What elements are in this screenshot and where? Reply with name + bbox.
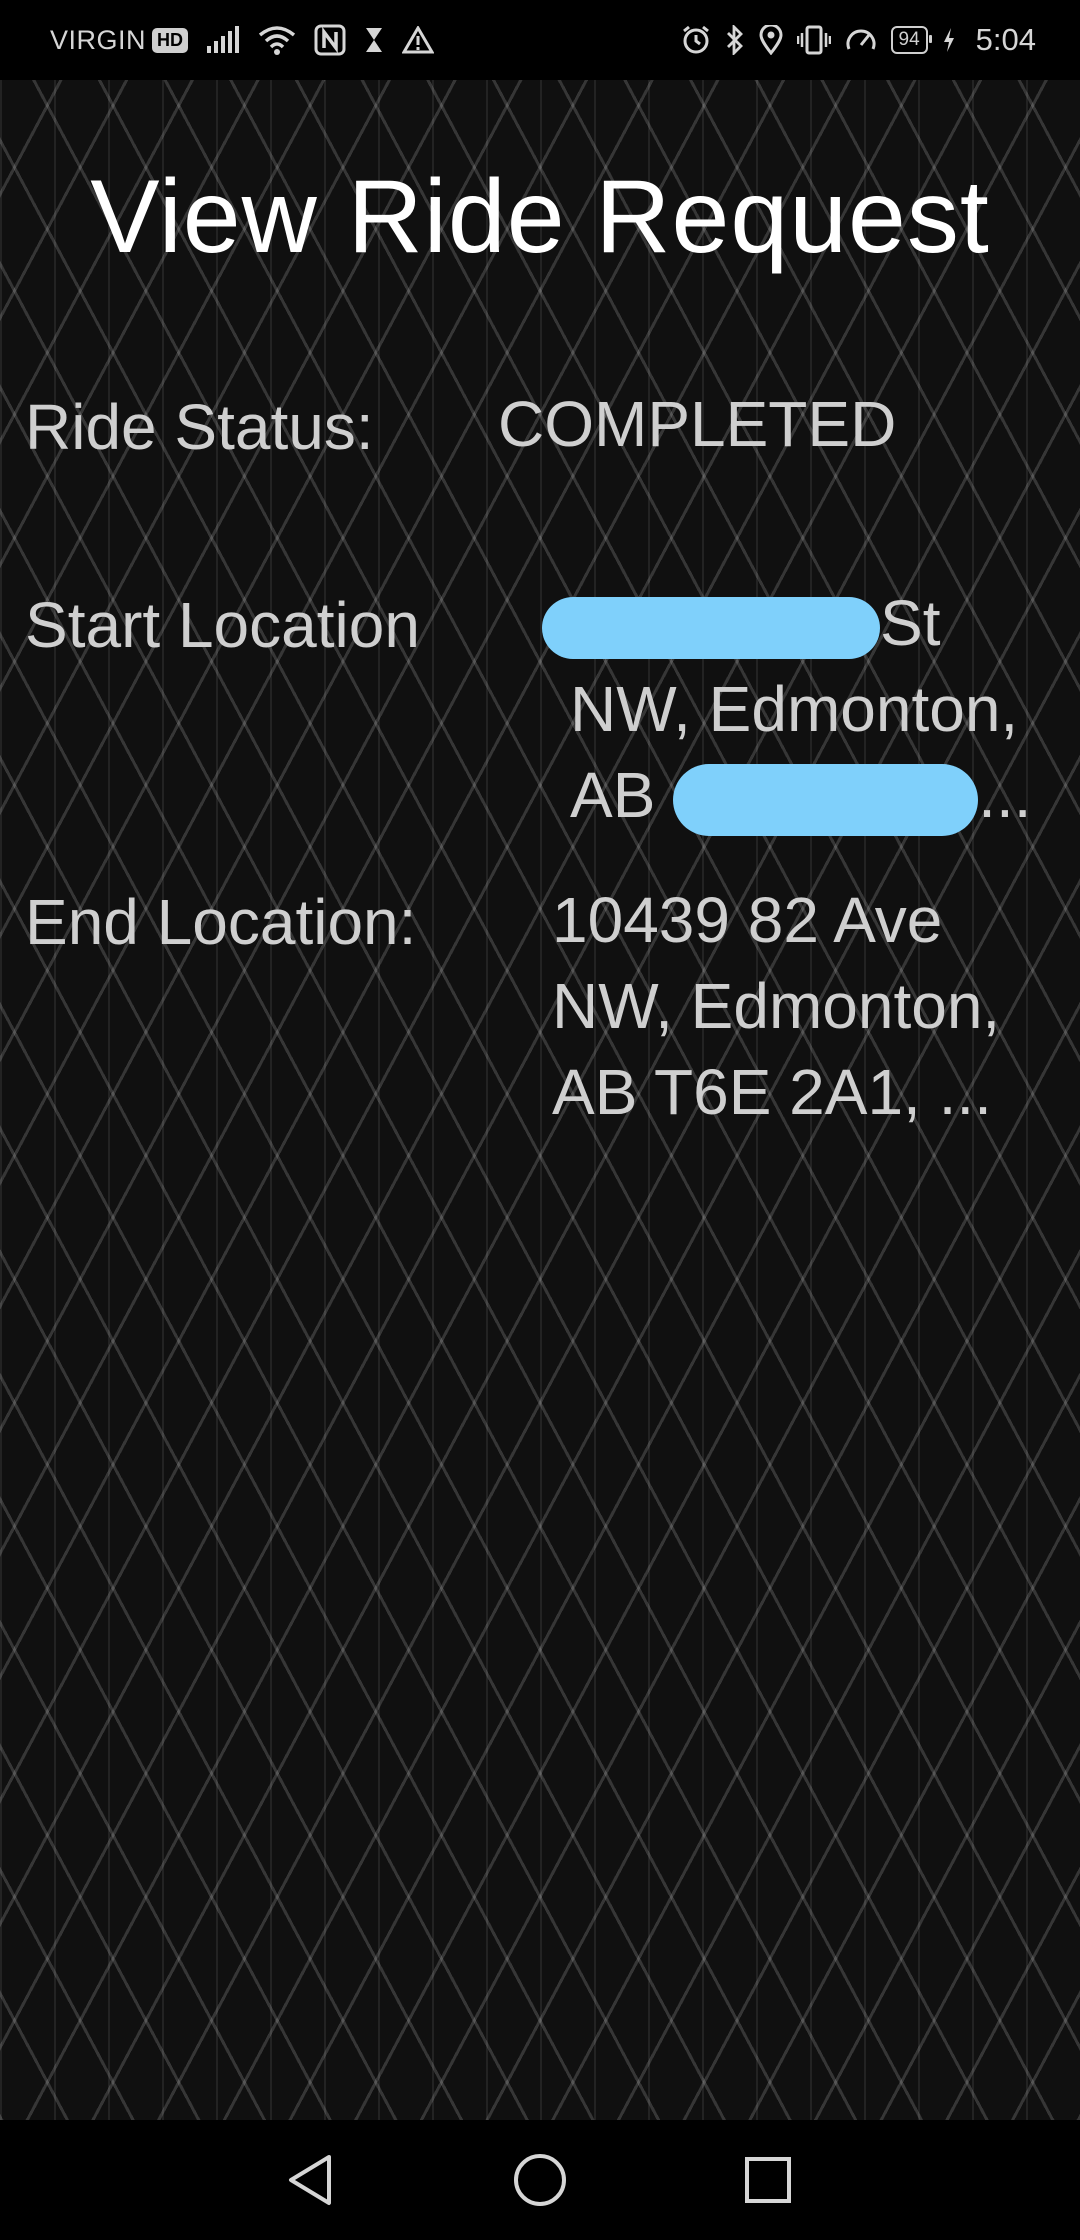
home-button[interactable] [510, 2150, 570, 2210]
hourglass-icon [364, 26, 384, 54]
status-left: VIRGIN HD [50, 0, 435, 80]
battery-level: 94 [898, 29, 920, 50]
end-location-line3: AB T6E 2A1, ... [552, 1056, 992, 1128]
ride-status-value: COMPLETED [498, 388, 897, 460]
end-location-line1: 10439 82 Ave [552, 884, 943, 956]
back-icon [289, 2155, 331, 2205]
start-location-line2: NW, Edmonton, [570, 673, 1019, 745]
start-location-street-suffix: St [880, 587, 941, 659]
back-button[interactable] [280, 2150, 340, 2210]
bluetooth-icon [725, 25, 745, 55]
signal-icon [206, 26, 240, 54]
start-location-line3: AB ... [570, 752, 1032, 838]
status-right: 94 5:04 [681, 0, 1036, 80]
charging-icon [942, 27, 956, 53]
battery-icon: 94 [890, 26, 932, 54]
end-location-label: End Location: [25, 886, 417, 958]
status-bar: VIRGIN HD 94 5:04 [0, 0, 1080, 80]
start-location-label: Start Location [25, 589, 420, 661]
hd-badge: HD [152, 27, 189, 53]
start-location-ellipsis: ... [978, 759, 1032, 831]
redacted-street [542, 597, 880, 660]
alarm-icon [681, 25, 711, 55]
start-location-line1: St [542, 580, 940, 666]
ride-status-label: Ride Status: [25, 391, 374, 463]
wifi-icon [258, 25, 296, 55]
nfc-icon [314, 24, 346, 56]
redacted-postal [673, 764, 979, 837]
ride-request-content: View Ride Request Ride Status: COMPLETED… [0, 80, 1080, 2120]
recents-button[interactable] [738, 2150, 798, 2210]
vibrate-icon [796, 25, 831, 55]
end-location-line2: NW, Edmonton, [552, 970, 1001, 1042]
recents-icon [745, 2157, 791, 2203]
screen: VIRGIN HD 94 5:04 View Ride Request Ride… [0, 0, 1080, 2240]
carrier-name: VIRGIN [50, 24, 147, 55]
navigation-bar [0, 2120, 1080, 2240]
warning-icon [402, 26, 435, 54]
start-location-province: AB [570, 759, 656, 831]
clock: 5:04 [975, 22, 1036, 57]
home-icon [514, 2154, 566, 2206]
page-title: View Ride Request [90, 159, 990, 275]
location-icon [759, 25, 783, 55]
speedometer-icon [845, 25, 877, 55]
